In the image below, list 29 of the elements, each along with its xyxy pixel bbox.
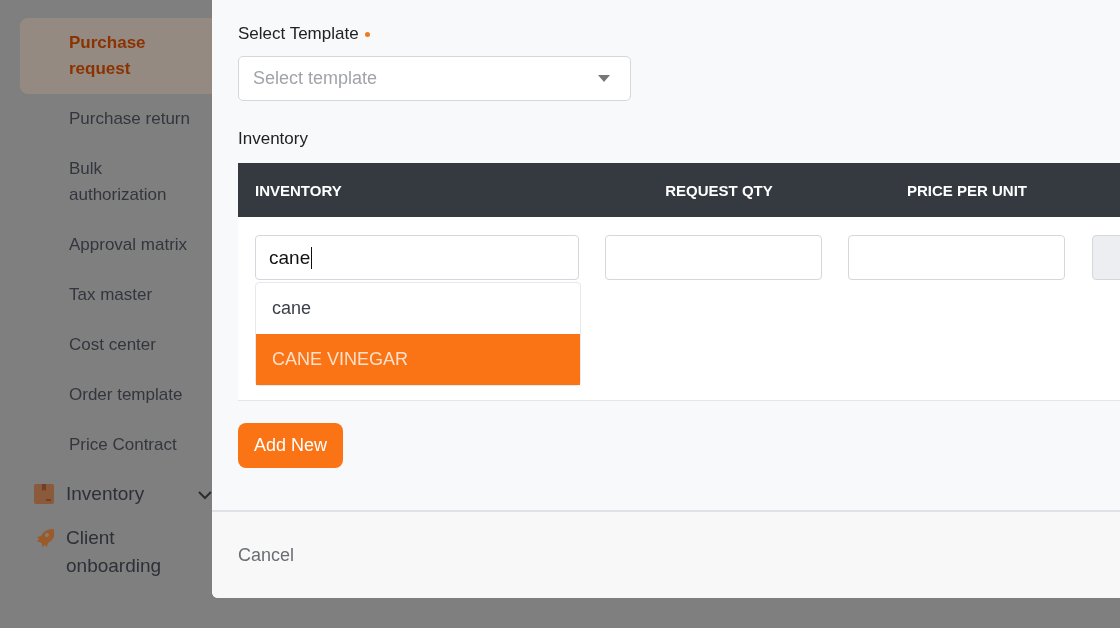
sidebar-section-label[interactable]: Client onboarding — [66, 524, 181, 580]
sidebar-item[interactable]: Order template — [20, 370, 212, 420]
sidebar-section-label[interactable]: Inventory — [66, 480, 181, 508]
sidebar-item[interactable]: Price Contract — [20, 420, 212, 470]
caret-icon — [598, 75, 610, 82]
rocket-icon — [34, 528, 54, 548]
section-label: Inventory — [238, 128, 309, 150]
required-dot-icon — [364, 31, 370, 37]
add-new-button[interactable]: Add New — [238, 423, 344, 468]
template-select[interactable]: Select template — [238, 56, 631, 101]
column-header: PRICE PER UNIT — [906, 181, 1028, 199]
suggestion-option[interactable]: CANE VINEGAR — [256, 334, 580, 385]
text-cursor — [311, 246, 313, 269]
quantity-input[interactable] — [604, 235, 822, 280]
cancel-button[interactable]: Cancel — [232, 543, 301, 567]
sidebar-item[interactable]: Tax master — [20, 270, 212, 320]
chevron-down-icon[interactable] — [198, 490, 212, 500]
column-header: INVENTORY — [254, 181, 343, 199]
sidebar-item[interactable]: Approval matrix — [20, 220, 212, 270]
sidebar-item[interactable]: Purchase request — [20, 18, 212, 94]
field-label: Select Template — [238, 24, 359, 44]
suggestion-option[interactable]: cane — [256, 283, 580, 334]
sidebar-item[interactable]: Purchase return — [20, 94, 212, 144]
price-input[interactable] — [848, 235, 1066, 280]
column-header: REQUEST QTY — [664, 181, 774, 199]
inventory-input[interactable]: cane — [255, 235, 579, 280]
sidebar-item[interactable]: Bulk authorization — [20, 144, 212, 220]
sidebar-item[interactable]: Cost center — [20, 320, 212, 370]
box-icon — [34, 484, 54, 504]
